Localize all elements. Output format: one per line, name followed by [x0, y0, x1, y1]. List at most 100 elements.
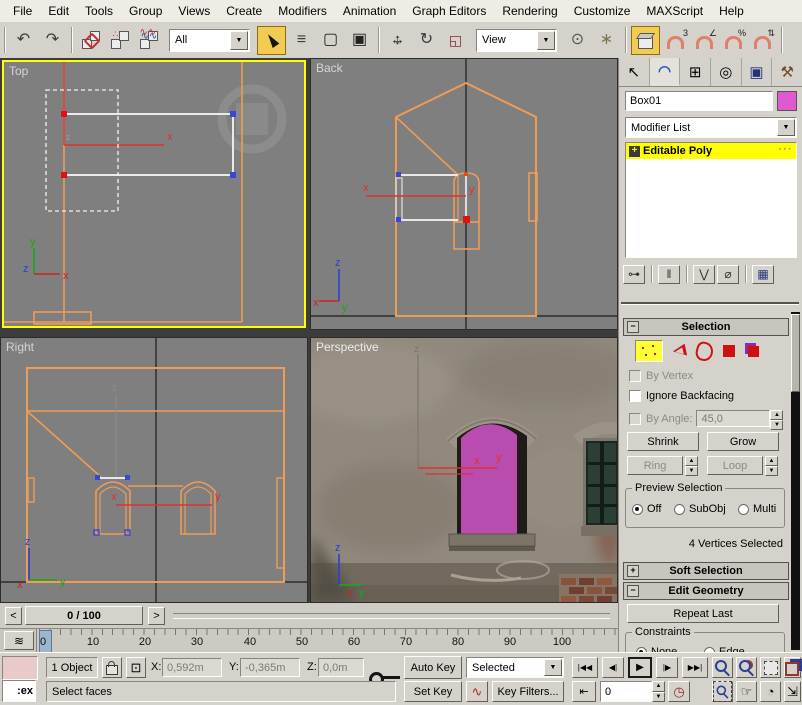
by-angle-spinner[interactable]: ▲ ▼ [770, 410, 784, 430]
key-filters-button[interactable]: Key Filters... [492, 681, 564, 702]
bind-to-space-warp-button[interactable] [135, 27, 162, 54]
auto-key-button[interactable]: Auto Key [404, 656, 462, 679]
object-color-swatch[interactable] [777, 91, 797, 111]
spin-down-icon[interactable]: ▼ [652, 691, 665, 702]
go-to-end-button[interactable]: ▶▶| [682, 657, 708, 678]
element-mode-icon[interactable] [748, 345, 759, 357]
rollout-soft-selection-header[interactable]: + Soft Selection [623, 562, 789, 580]
menu-item-create[interactable]: Create [218, 1, 270, 21]
ignore-backfacing-checkbox[interactable] [629, 390, 641, 402]
menu-item-group[interactable]: Group [121, 1, 170, 21]
snap-3d-button[interactable]: 3 [662, 27, 689, 54]
x-coordinate-field[interactable]: 0,592m [162, 658, 222, 677]
rollout-edit-geometry-header[interactable]: − Edit Geometry [623, 582, 789, 600]
spin-up-icon[interactable]: ▲ [685, 456, 698, 466]
pin-stack-button[interactable]: ⊶ [623, 264, 645, 284]
spin-up-icon[interactable]: ▲ [652, 681, 665, 692]
timeline-ruler[interactable]: 0 10 20 30 40 50 60 70 80 90 100 [36, 629, 617, 654]
selection-filter-dropdown[interactable]: All ▼ [169, 28, 250, 52]
menu-item-rendering[interactable]: Rendering [494, 1, 565, 21]
make-unique-button[interactable]: ⋁ [693, 264, 715, 284]
absolute-offset-toggle-button[interactable]: ⊡ [126, 657, 146, 678]
configure-modifier-sets-button[interactable]: ▦ [752, 264, 774, 284]
object-name-field[interactable]: Box01 [625, 91, 773, 111]
show-end-result-button[interactable]: ‖ [658, 264, 680, 284]
menu-item-edit[interactable]: Edit [40, 1, 77, 21]
loop-button[interactable]: Loop [707, 456, 763, 475]
undo-button[interactable]: ↶ [10, 27, 37, 54]
ring-button[interactable]: Ring [627, 456, 683, 475]
menu-item-modifiers[interactable]: Modifiers [270, 1, 335, 21]
menu-item-maxscript[interactable]: MAXScript [638, 1, 711, 21]
select-and-manipulate-button[interactable]: ∗ [593, 27, 620, 54]
selection-lock-button[interactable] [102, 657, 122, 678]
select-and-move-button[interactable]: ↔ ↕ [384, 27, 411, 54]
spin-up-icon[interactable]: ▲ [770, 410, 784, 420]
menu-item-file[interactable]: File [5, 1, 40, 21]
viewport-back-label[interactable]: Back [316, 61, 343, 75]
next-frame-button[interactable]: |▶ [656, 657, 678, 678]
key-mode-toggle-button[interactable]: ⇤ [572, 681, 596, 702]
min-max-toggle-button[interactable]: ⇲ [784, 681, 801, 702]
tab-motion[interactable]: ◎ [711, 58, 742, 86]
time-slider-prev-button[interactable]: < [5, 606, 22, 625]
snaps-toggle-button[interactable] [631, 25, 660, 55]
select-and-link-button[interactable] [77, 27, 104, 54]
rectangular-selection-region-button[interactable]: ▢ [317, 27, 344, 54]
preview-off-radio[interactable] [632, 503, 643, 515]
play-button[interactable]: ▶ [628, 657, 652, 678]
collapse-icon[interactable]: − [627, 321, 639, 333]
viewport-top-label[interactable]: Top [9, 64, 28, 78]
by-angle-field[interactable]: 45,0 [696, 410, 771, 427]
modifier-list-dropdown[interactable]: Modifier List ▼ [625, 117, 797, 138]
menu-item-customize[interactable]: Customize [566, 1, 639, 21]
collapse-icon[interactable]: − [627, 585, 639, 597]
open-mini-curve-editor-button[interactable]: ≋ [4, 631, 34, 650]
by-vertex-checkbox[interactable] [629, 370, 641, 382]
menu-item-animation[interactable]: Animation [335, 1, 404, 21]
select-and-scale-button[interactable]: ◱ [442, 27, 469, 54]
expand-icon[interactable]: + [627, 565, 639, 577]
tab-hierarchy[interactable]: ⊞ [680, 58, 712, 86]
viewport-top[interactable]: Top x z y z x [2, 60, 306, 328]
menu-item-views[interactable]: Views [170, 1, 218, 21]
loop-spinner[interactable]: ▲ ▼ [765, 456, 778, 476]
zoom-button[interactable] [712, 657, 733, 678]
select-and-rotate-button[interactable]: ↻ [413, 27, 440, 54]
maxscript-listener-white[interactable]: :ex [2, 680, 36, 702]
use-pivot-center-button[interactable]: ⊙ [564, 27, 591, 54]
spinner-snap-button[interactable]: ⇅ [749, 27, 776, 54]
border-mode-icon[interactable] [693, 339, 716, 363]
set-key-mode-button[interactable]: ∿ [466, 681, 488, 702]
menu-item-help[interactable]: Help [711, 1, 752, 21]
time-slider-track[interactable] [173, 612, 610, 619]
viewport-perspective-label[interactable]: Perspective [316, 340, 379, 354]
shrink-button[interactable]: Shrink [627, 432, 699, 451]
menu-item-tools[interactable]: Tools [77, 1, 121, 21]
polygon-mode-icon[interactable] [723, 345, 735, 357]
pan-button[interactable]: ☞ [736, 681, 757, 702]
zoom-extents-all-button[interactable] [784, 657, 801, 678]
key-filter-set-dropdown[interactable]: Selected ▼ [466, 657, 564, 678]
zoom-all-button[interactable] [736, 657, 757, 678]
viewport-perspective[interactable]: Perspective z x y z x y [310, 337, 618, 603]
spin-up-icon[interactable]: ▲ [765, 456, 778, 466]
repeat-last-button[interactable]: Repeat Last [627, 604, 779, 623]
panel-scrollbar-thumb[interactable] [791, 314, 800, 392]
remove-modifier-button[interactable]: ⌀ [717, 264, 739, 284]
current-frame-field[interactable]: 0 [600, 681, 652, 702]
angle-snap-button[interactable]: ∠ [691, 27, 718, 54]
spin-down-icon[interactable]: ▼ [770, 420, 784, 430]
select-object-button[interactable] [257, 25, 286, 55]
y-coordinate-field[interactable]: -0,365m [240, 658, 300, 677]
viewport-right[interactable]: Right z x y z x y [0, 337, 308, 603]
tab-modify[interactable]: ◠ [649, 58, 681, 86]
ring-spinner[interactable]: ▲ ▼ [685, 456, 698, 476]
maxscript-listener-pink[interactable] [2, 656, 38, 680]
go-to-start-button[interactable]: |◀◀ [572, 657, 598, 678]
tab-display[interactable]: ▣ [742, 58, 773, 86]
z-coordinate-field[interactable]: 0,0m [318, 658, 364, 677]
by-angle-checkbox[interactable] [629, 412, 641, 425]
time-slider-handle[interactable]: 0 / 100 [25, 606, 143, 625]
previous-frame-button[interactable]: ◀| [602, 657, 624, 678]
